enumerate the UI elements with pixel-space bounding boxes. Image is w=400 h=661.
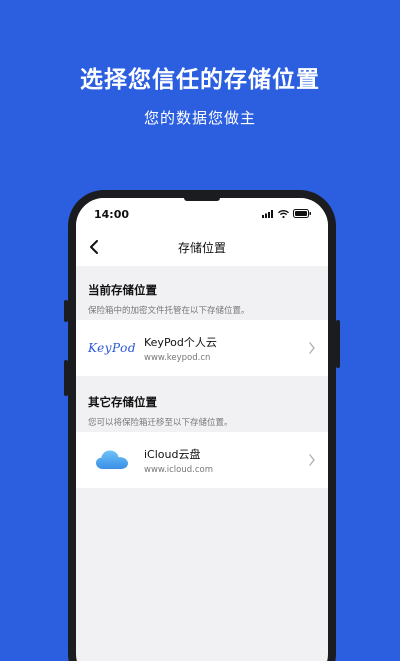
- storage-item-url: www.keypod.cn: [144, 353, 211, 363]
- current-storage-section-header: 当前存储位置 保险箱中的加密文件托管在以下存储位置。: [88, 282, 250, 316]
- current-storage-title: 当前存储位置: [88, 283, 157, 297]
- phone-volume-button: [64, 360, 68, 396]
- phone-notch: [184, 198, 220, 201]
- phone-mute-button: [64, 300, 68, 322]
- storage-item-name: iCloud云盘: [144, 448, 201, 461]
- storage-item-url: www.icloud.com: [144, 465, 214, 475]
- chevron-right-icon: [309, 454, 315, 466]
- icloud-logo: [86, 444, 138, 476]
- status-bar: 14:00: [76, 198, 328, 228]
- signal-icon: [262, 209, 273, 218]
- promo-subline: 您的数据您做主: [143, 109, 256, 127]
- wifi-icon: [278, 209, 289, 218]
- status-icons: [262, 209, 312, 218]
- nav-bar: 存储位置: [76, 228, 328, 266]
- current-storage-description: 保险箱中的加密文件托管在以下存储位置。: [88, 306, 250, 316]
- phone-screen: 14:00 存储位置 当前存储位置 保险箱中的加密文件托管在以下存储位置。 Ke…: [76, 198, 328, 661]
- other-storage-section-header: 其它存储位置 您可以将保险箱迁移至以下存储位置。: [88, 394, 233, 428]
- phone-power-button: [336, 320, 340, 368]
- phone-frame: 14:00 存储位置 当前存储位置 保险箱中的加密文件托管在以下存储位置。 Ke…: [64, 190, 340, 661]
- keypod-logo: KeyPod: [87, 341, 137, 355]
- other-storage-title: 其它存储位置: [88, 395, 157, 409]
- storage-item-name: KeyPod个人云: [144, 336, 217, 349]
- storage-item-keypod[interactable]: KeyPod KeyPod个人云 www.keypod.cn: [76, 320, 328, 376]
- chevron-right-icon: [309, 342, 315, 354]
- status-time: 14:00: [94, 208, 130, 221]
- storage-item-icloud[interactable]: iCloud云盘 www.icloud.com: [76, 432, 328, 488]
- cloud-icon: [96, 450, 128, 469]
- battery-icon: [293, 209, 311, 218]
- page-title: 存储位置: [177, 241, 226, 255]
- promo-headline: 选择您信任的存储位置: [80, 67, 320, 93]
- other-storage-description: 您可以将保险箱迁移至以下存储位置。: [88, 418, 233, 428]
